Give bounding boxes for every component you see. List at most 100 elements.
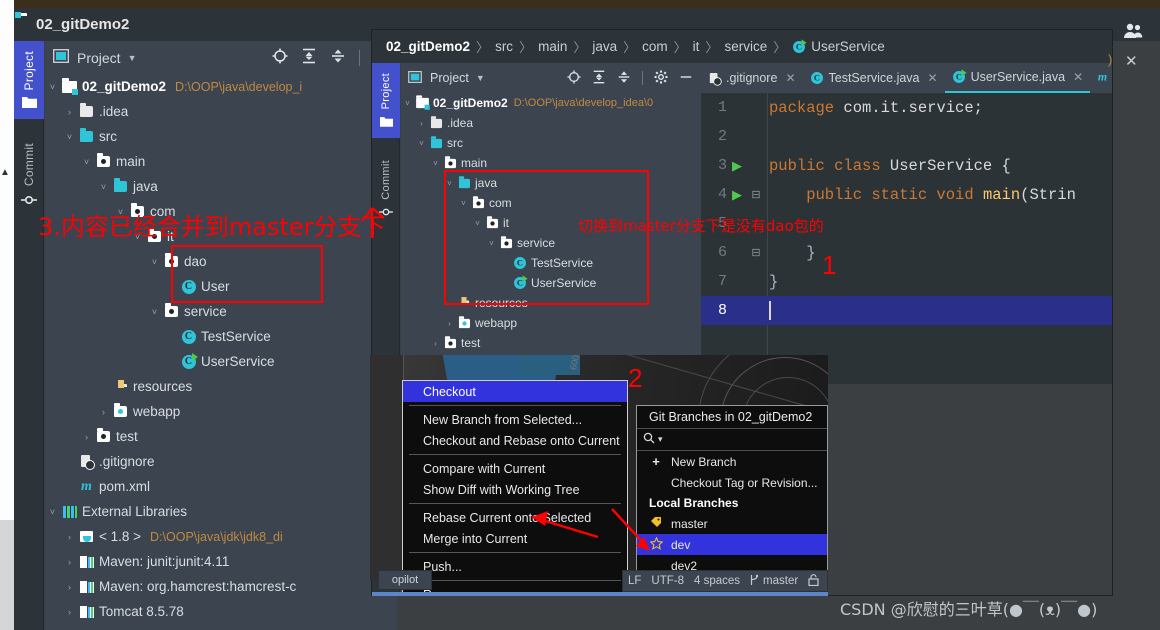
chevron-right-icon[interactable]: › — [62, 557, 77, 567]
close-icon[interactable]: ✕ — [1125, 52, 1138, 70]
breadcrumb-item[interactable]: java — [592, 39, 617, 54]
tree-row[interactable]: › Tomcat 8.5.78 — [45, 599, 397, 624]
context-menu-item[interactable]: New Branch from Selected... — [403, 409, 627, 430]
chevron-down-icon[interactable]: ▼ — [128, 53, 137, 63]
indent-label[interactable]: 4 spaces — [694, 575, 740, 587]
expand-all-icon[interactable] — [301, 48, 317, 67]
tree-row[interactable]: › .idea — [401, 113, 701, 133]
fold-icon[interactable]: ⊟ — [747, 188, 765, 201]
breadcrumb-item[interactable]: main — [538, 39, 567, 54]
tree-row[interactable]: ˅ java — [45, 174, 397, 199]
context-menu-item[interactable]: Compare with Current — [403, 458, 627, 479]
run-gutter-icon[interactable]: ▶ — [727, 158, 747, 174]
code-line[interactable]: 7} — [701, 267, 1112, 296]
context-menu-item[interactable]: Push... — [403, 556, 627, 577]
git-branches-popup[interactable]: Git Branches in 02_gitDemo2 ▾ + New Branc… — [636, 405, 828, 573]
context-menu-item[interactable]: Merge into Current — [403, 528, 627, 549]
code-line[interactable]: 2 — [701, 122, 1112, 151]
chevron-down-icon[interactable]: ˅ — [45, 82, 60, 92]
editor-tab[interactable]: C TestService.java ✕ — [803, 63, 945, 93]
tree-row[interactable]: › test — [45, 424, 397, 449]
close-icon[interactable]: ✕ — [785, 71, 795, 85]
context-menu-item[interactable]: Checkout and Rebase onto Current — [403, 430, 627, 451]
line-separator-label[interactable]: LF — [628, 575, 641, 587]
branch-widget[interactable]: master — [750, 574, 798, 589]
chevron-down-icon[interactable]: ▼ — [476, 73, 485, 83]
chevron-down-icon[interactable]: ˅ — [147, 257, 162, 267]
git-branch-context-menu[interactable]: Checkout New Branch from Selected... Check… — [402, 380, 628, 595]
tree-row[interactable]: ˅ 02_gitDemo2 D:\OOP\java\develop_idea\0 — [401, 93, 701, 113]
inner-sidebar-tab-project[interactable]: Project — [372, 63, 400, 139]
code-line[interactable]: 8 — [701, 296, 1112, 325]
git-branch-item[interactable]: master — [637, 513, 827, 534]
tree-row[interactable]: › test — [401, 333, 701, 353]
tree-row[interactable]: ˅ External Libraries — [45, 499, 397, 524]
git-branch-item[interactable]: + New Branch — [637, 451, 827, 472]
git-branches-search[interactable]: ▾ — [637, 428, 827, 451]
chevron-down-icon[interactable]: ˅ — [96, 182, 111, 192]
tree-row[interactable]: resources — [45, 374, 397, 399]
chevron-down-icon[interactable]: ˅ — [62, 132, 77, 142]
lock-icon[interactable] — [808, 573, 819, 589]
chevron-right-icon[interactable]: › — [96, 407, 111, 417]
chevron-right-icon[interactable]: › — [62, 107, 77, 117]
tree-row[interactable]: › webapp — [401, 313, 701, 333]
code-line[interactable]: 3 ▶ public class UserService { — [701, 151, 1112, 180]
chevron-down-icon[interactable]: ˅ — [401, 99, 414, 108]
tree-row[interactable]: › Maven: junit:junit:4.11 — [45, 549, 397, 574]
code-editor[interactable]: 1 package com.it.service; 2 3 ▶ public class … — [701, 93, 1112, 384]
code-line[interactable]: 6 ⊟ } — [701, 238, 1112, 267]
encoding-label[interactable]: UTF-8 — [651, 575, 684, 587]
tree-row[interactable]: .gitignore — [45, 449, 397, 474]
tree-row[interactable]: ˅ main — [45, 149, 397, 174]
editor-tab[interactable]: .gitignore ✕ — [701, 63, 803, 93]
chevron-right-icon[interactable]: › — [79, 432, 94, 442]
chevron-right-icon[interactable]: › — [443, 319, 456, 328]
run-gutter-icon[interactable]: ▶ — [727, 187, 747, 203]
tree-row[interactable]: › webapp — [45, 399, 397, 424]
close-icon[interactable]: ✕ — [928, 71, 938, 85]
breadcrumb-item[interactable]: 02_gitDemo2 — [386, 39, 470, 54]
collapse-all-icon[interactable] — [330, 48, 346, 67]
chevron-right-icon[interactable]: › — [62, 532, 77, 542]
chevron-right-icon[interactable]: › — [62, 582, 77, 592]
context-menu-item[interactable]: Show Diff with Working Tree — [403, 479, 627, 500]
tree-row[interactable]: C UserService — [45, 349, 397, 374]
sidebar-tab-project[interactable]: Project — [14, 41, 44, 120]
gear-icon[interactable] — [654, 70, 668, 87]
fold-icon[interactable]: ⊟ — [747, 246, 765, 259]
tree-row[interactable]: ˅ 02_gitDemo2 D:\OOP\java\develop_i — [45, 74, 397, 99]
chevron-down-icon[interactable]: ˅ — [415, 139, 428, 148]
minimize-icon[interactable] — [679, 70, 693, 87]
chevron-down-icon[interactable]: ˅ — [147, 307, 162, 317]
scroll-up-arrow-icon[interactable]: ▲ — [0, 168, 10, 178]
copilot-tag[interactable]: opilot — [378, 570, 432, 590]
locate-icon[interactable] — [272, 48, 288, 67]
tree-row[interactable]: m pom.xml — [45, 474, 397, 499]
tree-row[interactable]: ˅ src — [45, 124, 397, 149]
breadcrumb-item[interactable]: it — [693, 39, 700, 54]
chevron-right-icon[interactable]: › — [62, 607, 77, 617]
tree-row[interactable]: ˅ src — [401, 133, 701, 153]
tree-row[interactable]: › Maven: org.hamcrest:hamcrest-c — [45, 574, 397, 599]
breadcrumb-item[interactable]: com — [642, 39, 668, 54]
editor-tab[interactable]: C UserService.java ✕ — [944, 63, 1091, 93]
tree-row[interactable]: C TestService — [45, 324, 397, 349]
search-dropdown-icon[interactable]: ▾ — [658, 434, 663, 445]
code-line[interactable]: 4 ▶ ⊟ public static void main(Strin — [701, 180, 1112, 209]
breadcrumb-item[interactable]: service — [724, 39, 767, 54]
breadcrumb-item[interactable]: src — [495, 39, 513, 54]
collapse-all-icon[interactable] — [617, 70, 631, 87]
chevron-right-icon[interactable]: › — [415, 119, 428, 128]
locate-icon[interactable] — [567, 69, 581, 87]
user-accounts-icon[interactable] — [1122, 22, 1144, 42]
editor-tab-strip[interactable]: .gitignore ✕ C TestService.java ✕ C UserServic… — [701, 63, 1112, 93]
chevron-down-icon[interactable]: ˅ — [45, 507, 60, 517]
tree-row[interactable]: › .idea — [45, 99, 397, 124]
tree-row[interactable]: › < 1.8 > D:\OOP\java\jdk\jdk8_di — [45, 524, 397, 549]
sidebar-tab-commit[interactable]: Commit — [14, 133, 44, 217]
chevron-down-icon[interactable]: ˅ — [79, 157, 94, 167]
close-icon[interactable]: ✕ — [1073, 70, 1083, 84]
chevron-down-icon[interactable]: ˅ — [429, 159, 442, 168]
breadcrumb[interactable]: 02_gitDemo2 〉 src 〉 main 〉 java 〉 com 〉 it 〉 service… — [372, 30, 1112, 63]
